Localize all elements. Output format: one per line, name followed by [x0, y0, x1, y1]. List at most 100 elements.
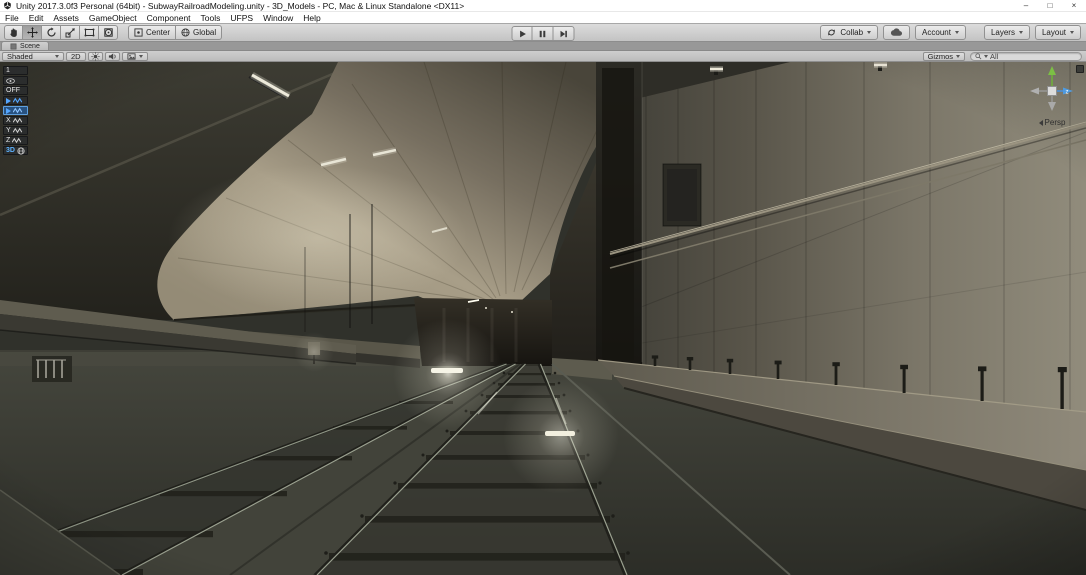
transform-icon	[103, 28, 113, 37]
waveform-icon	[12, 127, 22, 134]
unity-editor-window: Unity 2017.3.0f3 Personal (64bit) - Subw…	[0, 0, 1086, 575]
step-button[interactable]	[553, 26, 575, 41]
menu-gameobject[interactable]: GameObject	[84, 13, 142, 23]
waveform-icon	[12, 137, 22, 144]
pause-button[interactable]	[532, 26, 554, 41]
overlay-button-mode-a[interactable]	[3, 96, 28, 105]
rect-tool-button[interactable]	[80, 25, 99, 40]
menubar: File Edit Assets GameObject Component To…	[0, 12, 1086, 23]
overlay-button-1[interactable]: 1	[3, 66, 28, 75]
menu-component[interactable]: Component	[142, 13, 196, 23]
pause-icon	[539, 30, 546, 37]
axis-gizmo-icon: z	[1030, 66, 1073, 111]
scale-icon	[65, 28, 75, 38]
overlay-button-visibility[interactable]	[3, 76, 28, 85]
projection-toggle[interactable]: Persp	[1026, 118, 1078, 127]
overlay-button-1-label: 1	[6, 67, 10, 74]
search-icon	[975, 52, 982, 59]
projection-label: Persp	[1044, 118, 1066, 127]
layers-dropdown[interactable]: Layers	[983, 25, 1030, 40]
overlay-button-3d[interactable]: 3D	[3, 146, 28, 155]
transform-tool-button[interactable]	[99, 25, 118, 40]
tab-scene[interactable]: Scene	[1, 41, 49, 50]
hand-tool-button[interactable]	[4, 25, 23, 40]
scene-audio-toggle[interactable]	[104, 51, 120, 61]
close-button[interactable]: ×	[1062, 0, 1086, 11]
account-label: Account	[922, 28, 951, 37]
toggle-2d-label: 2D	[71, 51, 81, 61]
overlay-button-z-label: Z	[6, 137, 11, 144]
scene-lighting-toggle[interactable]	[87, 51, 103, 61]
titlebar: Unity 2017.3.0f3 Personal (64bit) - Subw…	[0, 0, 1086, 12]
scale-tool-button[interactable]	[61, 25, 80, 40]
cloud-button[interactable]	[883, 25, 911, 40]
scene-tab-label: Scene	[20, 42, 40, 50]
menu-file[interactable]: File	[0, 13, 24, 23]
menu-ufps[interactable]: UFPS	[225, 13, 258, 23]
rotate-tool-button[interactable]	[42, 25, 61, 40]
chevron-down-icon	[867, 31, 872, 34]
vignette-overlay	[0, 62, 1086, 575]
menu-assets[interactable]: Assets	[48, 13, 84, 23]
chevron-down-icon	[1070, 31, 1074, 34]
view-orientation-gizmo[interactable]: z Persp	[1026, 65, 1078, 127]
pivot-controls: Center Global	[128, 25, 223, 40]
collab-sync-icon	[828, 29, 836, 36]
overlay-button-y[interactable]: Y	[3, 126, 28, 135]
account-dropdown[interactable]: Account	[915, 25, 966, 40]
window-title: Unity 2017.3.0f3 Personal (64bit) - Subw…	[16, 0, 465, 11]
rect-icon	[84, 28, 94, 37]
scene-search-field[interactable]: All	[970, 51, 1082, 61]
scene-3d-viewport[interactable]	[0, 62, 1086, 575]
overlay-button-x[interactable]: X	[3, 116, 28, 125]
scene-corner-icon[interactable]	[1076, 65, 1084, 73]
projection-triangle-icon	[1038, 119, 1043, 126]
gizmo-z-axis-label: z	[1066, 90, 1069, 96]
chevron-down-icon	[1018, 31, 1023, 34]
pivot-rotation-button[interactable]: Global	[176, 25, 223, 40]
collab-label: Collab	[840, 28, 864, 37]
globe-icon	[17, 146, 25, 155]
layers-label: Layers	[990, 28, 1015, 37]
overlay-button-y-label: Y	[6, 127, 11, 134]
play-controls	[511, 26, 575, 41]
gizmos-dropdown[interactable]: Gizmos	[922, 51, 965, 61]
overlay-button-mode-b[interactable]	[3, 106, 28, 115]
unity-logo-icon	[4, 1, 11, 10]
pivot-rotation-label: Global	[193, 28, 217, 37]
sun-icon	[90, 51, 100, 61]
layout-dropdown[interactable]: Layout	[1034, 25, 1081, 40]
effects-image-icon	[127, 52, 136, 60]
play-icon	[519, 30, 526, 37]
play-button[interactable]	[511, 26, 533, 41]
scene-view: 1 OFF X Y Z 3D z Persp	[0, 62, 1086, 575]
menu-tools[interactable]: Tools	[196, 13, 226, 23]
waveform-icon	[12, 117, 22, 124]
overlay-button-z[interactable]: Z	[3, 136, 28, 145]
transform-tools	[4, 25, 118, 40]
chevron-down-icon	[956, 54, 960, 58]
shading-mode-dropdown[interactable]: Shaded	[2, 51, 64, 61]
search-filter-chevron-icon	[984, 54, 988, 58]
search-filter-value: All	[990, 51, 999, 61]
pivot-center-icon	[134, 28, 143, 37]
scene-effects-dropdown[interactable]	[121, 51, 148, 61]
toggle-2d-button[interactable]: 2D	[66, 51, 86, 61]
menu-window[interactable]: Window	[258, 13, 298, 23]
menu-edit[interactable]: Edit	[24, 13, 49, 23]
globe-icon	[181, 28, 190, 37]
overlay-button-x-label: X	[6, 117, 11, 124]
menu-help[interactable]: Help	[298, 13, 325, 23]
blue-arrow-icon	[6, 107, 11, 114]
eye-icon	[6, 77, 15, 84]
maximize-button[interactable]: □	[1038, 0, 1062, 11]
move-tool-button[interactable]	[23, 25, 42, 40]
pivot-mode-label: Center	[146, 28, 171, 37]
overlay-button-off[interactable]: OFF	[3, 86, 28, 95]
move-icon	[26, 27, 38, 38]
pivot-mode-button[interactable]: Center	[128, 25, 177, 40]
collab-dropdown[interactable]: Collab	[820, 25, 879, 40]
waveform-icon	[13, 97, 22, 104]
minimize-button[interactable]: –	[1014, 0, 1038, 11]
chevron-down-icon	[138, 54, 143, 58]
